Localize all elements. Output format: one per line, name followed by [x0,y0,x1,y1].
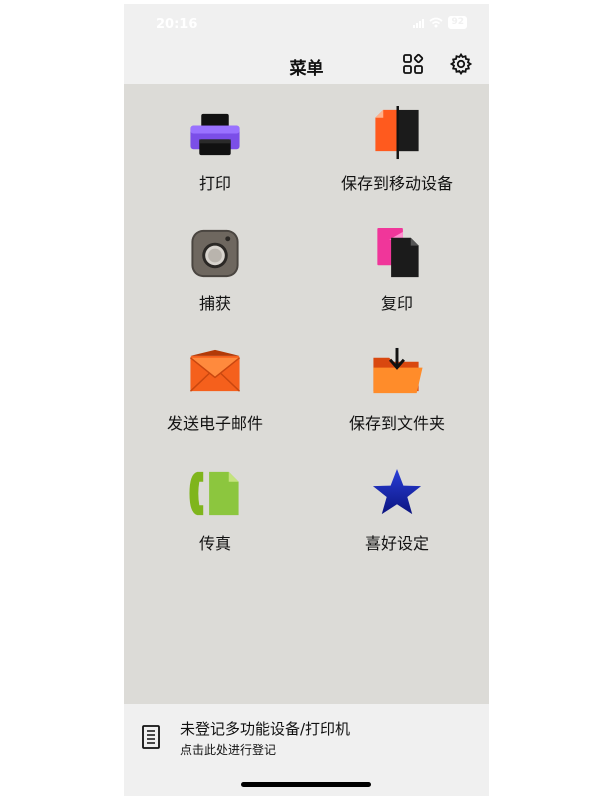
menu-item-label: 保存到文件夹 [348,414,445,433]
menu-item-label: 发送电子邮件 [166,414,263,433]
camera-icon [191,229,239,278]
menu-item-label: 复印 [380,294,413,313]
registration-link[interactable]: 点击此处进行登记 [180,741,276,758]
status-bar: 20:16 92 [124,4,489,44]
save-to-mobile-icon [375,106,419,160]
menu-item-print[interactable]: 打印 [124,84,306,194]
signal-icon [413,18,425,28]
menu-grid: 打印 保存到移动设备 捕获 复印 发送电子邮件 保存到文件夹 传真 喜好设定 [124,84,489,704]
edit-layout-icon[interactable] [401,52,425,76]
star-icon [372,468,422,515]
menu-item-label: 保存到移动设备 [340,174,453,193]
menu-item-fax[interactable]: 传真 [124,444,306,554]
menu-item-favorites[interactable]: 喜好设定 [306,444,488,554]
app-screen: 20:16 92 菜单 打印 保存到移动设备 捕获 复印 发送电子邮件 保存到文… [124,4,489,796]
status-indicators: 92 [413,16,467,29]
gear-icon[interactable] [449,52,473,76]
menu-item-label: 捕获 [198,294,231,313]
menu-item-send-email[interactable]: 发送电子邮件 [124,324,306,434]
envelope-icon [189,349,241,392]
wifi-icon [429,17,444,28]
folder-download-icon [373,347,423,394]
menu-item-save-to-mobile[interactable]: 保存到移动设备 [306,84,488,194]
menu-item-save-to-folder[interactable]: 保存到文件夹 [306,324,488,434]
copy-icon [377,227,419,278]
status-time: 20:16 [156,17,198,32]
navigation-bar: 菜单 [124,44,489,84]
page-title: 菜单 [289,59,324,79]
home-indicator [241,782,371,787]
menu-item-label: 打印 [198,174,231,193]
menu-item-label: 喜好设定 [364,534,429,553]
registration-title: 未登记多功能设备/打印机 [180,720,351,738]
battery-icon: 92 [448,16,467,29]
fax-icon [189,471,239,516]
device-icon [142,725,160,749]
menu-item-capture[interactable]: 捕获 [124,204,306,314]
menu-item-copy[interactable]: 复印 [306,204,488,314]
printer-icon [190,113,240,156]
menu-item-label: 传真 [198,534,231,553]
